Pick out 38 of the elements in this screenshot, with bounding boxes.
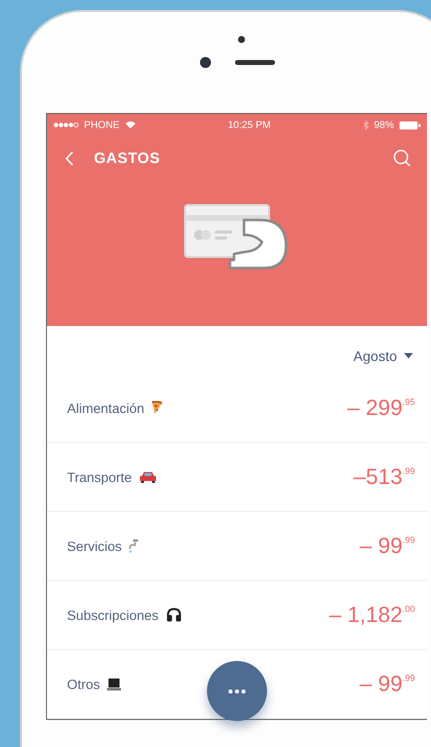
bluetooth-icon [362,120,369,130]
battery-percent: 98% [374,120,394,130]
category-name: Otros [67,676,100,692]
more-icon [228,688,246,694]
expense-row[interactable]: Alimentación – 299$^{.95}$ [47,374,427,443]
expense-row[interactable]: Subscripciones – 1,182$^{.00}$ [47,581,427,650]
expense-amount: – 99$^{.99}$ [360,533,415,559]
faucet-icon [128,539,139,553]
more-button[interactable] [207,661,267,721]
sensor-dot [238,36,244,43]
page-title: GASTOS [94,150,160,166]
search-button[interactable] [391,147,413,169]
expense-row[interactable]: Servicios – 99$^{.99}$ [47,512,427,581]
battery-icon [398,120,421,130]
signal-icon [53,122,79,128]
search-icon [393,149,411,167]
carrier-name: PHONE [84,120,120,130]
expense-amount: – 299$^{.95}$ [347,395,415,421]
status-time: 10:25 PM [228,120,271,130]
expense-amount: – 99$^{.99}$ [360,671,415,697]
category-name: Subscripciones [67,608,159,622]
car-icon [138,471,157,483]
wifi-icon [124,121,136,129]
expense-amount: –513$^{.99}$ [354,464,415,490]
category-name: Alimentación [67,400,144,416]
headphones-icon [166,608,182,622]
camera-dot [200,57,210,68]
laptop-icon [107,678,122,690]
category-name: Servicios [67,538,122,554]
expense-amount: – 1,182$^{.00}$ [329,602,415,628]
category-name: Transporte [67,470,132,484]
month-dropdown[interactable]: Agosto [353,348,413,364]
caret-icon [404,353,413,359]
back-button[interactable] [63,148,76,168]
back-chevron-icon [65,150,74,166]
expense-row[interactable]: Transporte –513$^{.99}$ [47,443,427,512]
pizza-slice-icon [151,401,164,415]
speaker-slot [234,60,274,65]
